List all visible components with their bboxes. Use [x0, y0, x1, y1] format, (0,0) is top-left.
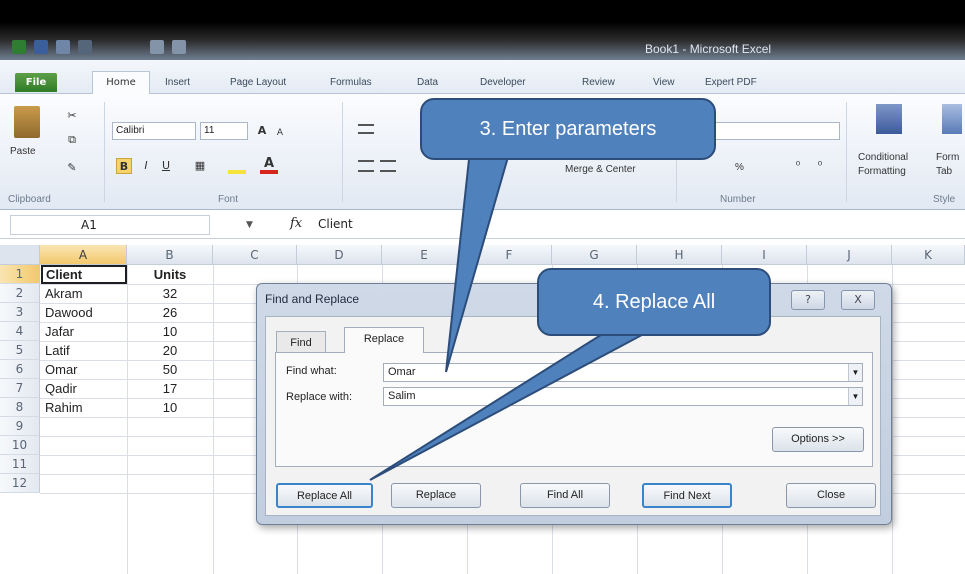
callout-step4: 4. Replace All	[537, 268, 771, 336]
callout-tail-step3	[445, 149, 512, 373]
tab-replace[interactable]: Replace	[344, 327, 424, 353]
callout-step3: 3. Enter parameters	[420, 98, 716, 160]
callout-tails	[369, 149, 656, 481]
